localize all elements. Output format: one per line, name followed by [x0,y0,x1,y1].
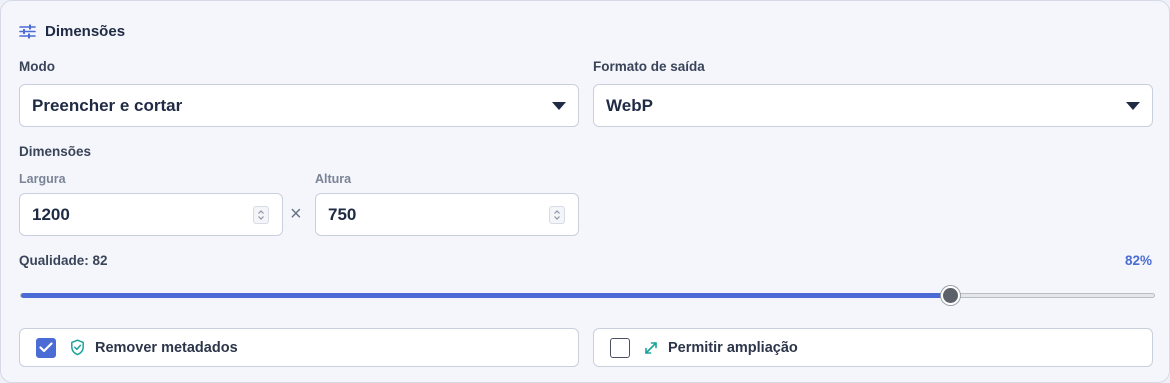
spinner-icon[interactable] [549,206,565,224]
mode-label: Modo [19,59,55,74]
height-input[interactable]: 750 [315,193,579,236]
section-title: Dimensões [45,22,126,40]
strip-metadata-label: Remover metadados [95,339,238,356]
quality-slider-thumb[interactable] [941,286,960,305]
mode-select[interactable]: Preencher e cortar [19,84,579,127]
mode-value: Preencher e cortar [32,95,183,115]
chevron-down-icon [1126,102,1140,110]
expand-arrows-icon [644,341,658,355]
allow-upscale-label: Permitir ampliação [668,339,798,356]
shield-check-icon [70,339,85,356]
dimensions-panel: Dimensões Modo Preencher e cortar Format… [0,0,1170,383]
height-label: Altura [315,172,352,186]
width-label: Largura [19,172,66,186]
section-header: Dimensões [19,20,125,42]
sliders-icon [19,24,36,39]
format-label: Formato de saída [593,59,705,74]
strip-metadata-checkbox[interactable] [36,337,56,358]
format-select[interactable]: WebP [593,84,1153,127]
width-value: 1200 [32,204,70,224]
format-value: WebP [606,95,653,115]
width-input[interactable]: 1200 [19,193,283,236]
allow-upscale-checkbox[interactable] [610,337,630,358]
spinner-icon[interactable] [253,206,269,224]
allow-upscale-option[interactable]: Permitir ampliação [593,328,1153,367]
height-value: 750 [328,204,357,224]
dimensions-label: Dimensões [19,144,92,159]
strip-metadata-option[interactable]: Remover metadados [19,328,579,367]
quality-label: Qualidade: 82 [19,253,108,268]
quality-slider-fill [21,293,950,298]
chevron-down-icon [552,102,566,110]
quality-percent: 82% [1124,253,1152,268]
quality-slider[interactable] [20,286,1155,305]
times-separator: × [290,203,302,225]
